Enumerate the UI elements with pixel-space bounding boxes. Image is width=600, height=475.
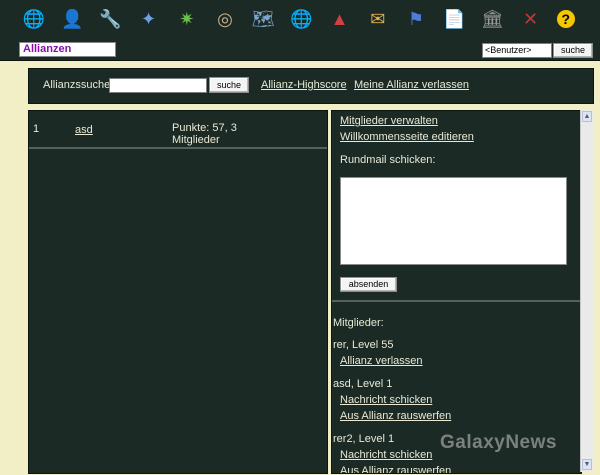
alliance-row: 1 asd Punkte: 57, 3 Mitglieder (29, 111, 327, 149)
shipyard-icon[interactable]: ▲ (328, 7, 352, 31)
send-message-link[interactable]: Nachricht schicken (340, 394, 432, 406)
commander-icon[interactable]: 👤 (60, 7, 84, 31)
fleet-icon[interactable]: ✦ (137, 7, 161, 31)
alliance-list-panel: 1 asd Punkte: 57, 3 Mitglieder (28, 110, 328, 474)
alliance-rank: 1 (33, 123, 40, 135)
alliance-search-panel: Allianzssuche: suche Allianz-Highscore M… (28, 68, 594, 104)
scroll-up-icon[interactable]: ▲ (582, 111, 592, 122)
research-tools-icon[interactable]: 🔧 (98, 7, 122, 31)
universe-icon[interactable]: 🌐 (289, 7, 313, 31)
user-search-button[interactable]: suche (553, 43, 593, 58)
help-icon[interactable]: ? (556, 10, 575, 28)
member-name-level: rer, Level 55 (333, 339, 394, 351)
alliance-search-label: Allianzssuche: (43, 79, 114, 91)
page-header-bar: Allianzen <Benutzer> suche (0, 41, 600, 59)
rundmail-label: Rundmail schicken: (340, 154, 436, 166)
rundmail-textarea[interactable] (340, 177, 567, 265)
alliance-icon[interactable]: ⚑ (404, 7, 428, 31)
nav-icon-row: 🌐 👤 🔧 ✦ ✷ ◎ 🗺 🌐 ▲ ✉ ⚑ 📄 🏛 ✕? (22, 7, 582, 35)
alliance-highscore-link[interactable]: Allianz-Highscore (261, 79, 347, 91)
notes-icon[interactable]: 📄 (442, 7, 466, 31)
user-select[interactable]: <Benutzer> (482, 43, 552, 58)
defense-icon[interactable]: ✷ (175, 7, 199, 31)
leave-alliance-link[interactable]: Allianz verlassen (340, 355, 423, 367)
kick-from-alliance-link[interactable]: Aus Allianz rauswerfen (340, 410, 451, 422)
bank-icon[interactable]: 🏛 (480, 7, 504, 31)
messages-icon[interactable]: ✉ (366, 7, 390, 31)
alliance-members-label: Mitglieder (172, 134, 220, 146)
members-heading: Mitglieder: (333, 317, 384, 329)
member-name-level: rer2, Level 1 (333, 433, 395, 445)
edit-welcome-page-link[interactable]: Willkommensseite editieren (340, 131, 474, 143)
send-rundmail-button[interactable]: absenden (340, 277, 397, 292)
logout-icon[interactable]: ✕ (519, 7, 543, 31)
alliance-admin-panel: Mitglieder verwalten Willkommensseite ed… (331, 110, 582, 474)
member-name-level: asd, Level 1 (333, 378, 393, 390)
alliance-points: Punkte: 57, 3 (172, 122, 237, 134)
section-divider (332, 300, 581, 302)
planet-icon[interactable]: 🌐 (22, 7, 46, 31)
send-message-link[interactable]: Nachricht schicken (340, 449, 432, 461)
kick-from-alliance-link[interactable]: Aus Allianz rauswerfen (340, 465, 451, 473)
alliance-search-button[interactable]: suche (209, 77, 249, 93)
scroll-down-icon[interactable]: ▼ (582, 459, 592, 470)
leave-my-alliance-link[interactable]: Meine Allianz verlassen (354, 79, 469, 91)
manage-members-link[interactable]: Mitglieder verwalten (340, 115, 438, 127)
right-panel-scrollbar[interactable]: ▲ ▼ (580, 110, 593, 472)
resources-icon[interactable]: ◎ (213, 7, 237, 31)
alliance-name-link[interactable]: asd (75, 124, 93, 136)
page-title: Allianzen (19, 42, 116, 57)
top-navigation-bar: 🌐 👤 🔧 ✦ ✷ ◎ 🗺 🌐 ▲ ✉ ⚑ 📄 🏛 ✕? Allianzen <Benutzer> suc… (0, 0, 600, 61)
alliance-search-input[interactable] (109, 78, 207, 93)
galaxy-map-icon[interactable]: 🗺 (251, 7, 275, 31)
